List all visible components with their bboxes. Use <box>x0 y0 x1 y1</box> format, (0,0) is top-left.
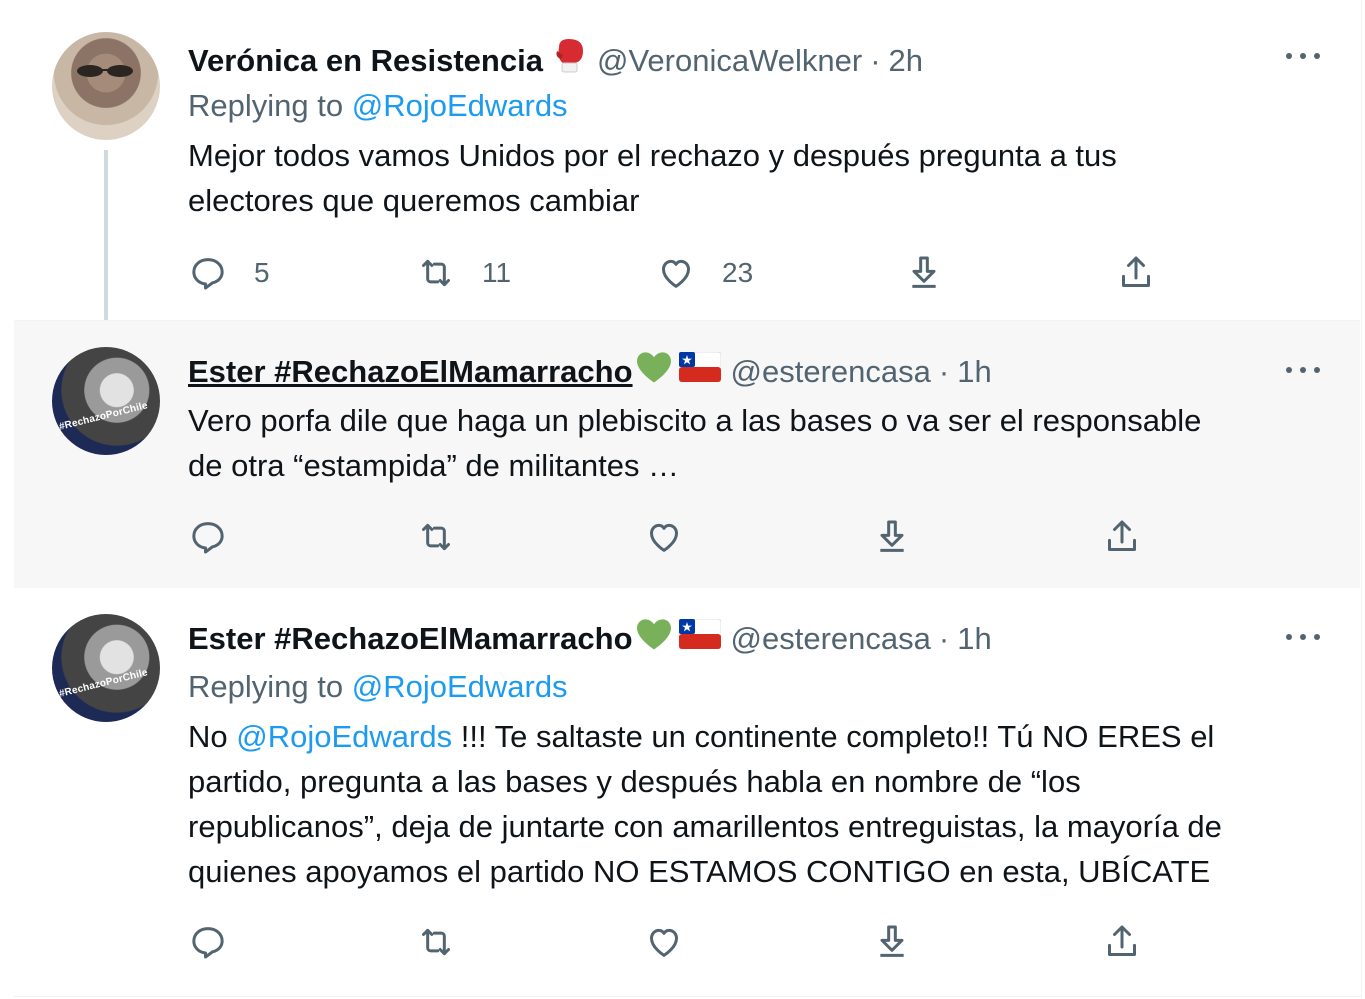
share-icon <box>1108 925 1136 956</box>
user-handle[interactable]: @VeronicaWelkner <box>597 42 862 80</box>
tweet-actions <box>188 922 1188 962</box>
like-icon <box>650 928 678 957</box>
reply-icon <box>192 927 224 959</box>
retweet-icon <box>422 259 450 287</box>
avatar-glasses-graphic <box>77 65 133 77</box>
tweet-text: No @RojoEdwards !!! Te saltaste un conti… <box>188 714 1328 894</box>
replying-prefix: Replying to <box>188 88 344 123</box>
tweet-text-line: Vero porfa dile que haga un plebiscito a… <box>188 403 1202 438</box>
tweet-actions <box>188 517 1188 557</box>
replying-prefix: Replying to <box>188 669 344 704</box>
retweet-button[interactable] <box>416 517 456 557</box>
boxing-glove-icon <box>553 37 587 84</box>
replying-to: Replying to @RojoEdwards <box>188 87 568 125</box>
retweet-button[interactable] <box>416 922 456 962</box>
separator-dot: · <box>870 42 881 78</box>
retweet-icon <box>422 928 450 956</box>
tweet-text: Vero porfa dile que haga un plebiscito a… <box>188 398 1328 488</box>
reply-button[interactable] <box>188 517 228 557</box>
timestamp[interactable]: 1h <box>957 353 991 391</box>
separator-dot: · <box>938 353 950 389</box>
tweet-text-line: electores que queremos cambiar <box>188 183 640 218</box>
tweet-ester-reply[interactable]: #RechazoPorChile Ester #RechazoElMamarra… <box>14 588 1360 996</box>
download-button[interactable] <box>872 517 912 557</box>
retweet-icon <box>422 523 450 551</box>
more-icon[interactable] <box>1286 365 1320 375</box>
tweet-veronica[interactable]: Verónica en Resistencia @VeronicaWelkner… <box>14 0 1360 320</box>
avatar-text: #RechazoPorChile <box>58 667 149 700</box>
separator-dot: · <box>938 620 950 656</box>
chile-flag-icon <box>678 618 722 658</box>
replying-to: Replying to @RojoEdwards <box>188 668 568 706</box>
tweet-text-line: partido, pregunta a las bases y después … <box>188 764 1081 799</box>
replying-mention-link[interactable]: @RojoEdwards <box>352 88 568 123</box>
download-button[interactable] <box>872 922 912 962</box>
tweet-text-line: quienes apoyamos el partido NO ESTAMOS C… <box>188 854 1211 889</box>
chile-flag-icon <box>678 351 722 391</box>
tweet-text-line: de otra “estampida” de militantes … <box>188 448 680 483</box>
reply-count: 5 <box>254 257 270 288</box>
like-button[interactable] <box>644 922 684 962</box>
replying-mention-link[interactable]: @RojoEdwards <box>352 669 568 704</box>
like-icon <box>650 523 678 552</box>
reply-button[interactable] <box>188 922 228 962</box>
more-icon[interactable] <box>1286 51 1320 61</box>
user-handle[interactable]: @esterencasa <box>731 353 931 391</box>
green-heart-icon <box>635 350 673 393</box>
download-icon <box>880 925 904 957</box>
mention-link[interactable]: @RojoEdwards <box>236 719 452 754</box>
tweet-ester-highlighted[interactable]: #RechazoPorChile Ester #RechazoElMamarra… <box>14 320 1360 589</box>
share-button[interactable] <box>1116 253 1156 293</box>
tweet-text-line: No @RojoEdwards !!! Te saltaste un conti… <box>188 714 1328 759</box>
display-name[interactable]: Ester #RechazoElMamarracho <box>188 353 633 391</box>
like-icon <box>662 259 690 288</box>
tweet-header: Ester #RechazoElMamarracho @esterencasa … <box>188 617 992 660</box>
avatar[interactable]: #RechazoPorChile <box>52 347 160 455</box>
like-count: 23 <box>722 257 754 288</box>
more-icon[interactable] <box>1286 632 1320 642</box>
tweet-text: Mejor todos vamos Unidos por el rechazo … <box>188 133 1328 223</box>
download-button[interactable] <box>904 253 944 293</box>
download-icon <box>912 256 936 288</box>
download-icon <box>880 520 904 552</box>
tweet-text-prefix: No <box>188 719 228 754</box>
share-icon <box>1122 256 1150 287</box>
timestamp[interactable]: 1h <box>957 620 991 658</box>
share-button[interactable] <box>1102 922 1142 962</box>
reply-icon <box>192 522 224 554</box>
avatar[interactable]: #RechazoPorChile <box>52 614 160 722</box>
user-handle[interactable]: @esterencasa <box>731 620 931 658</box>
avatar[interactable] <box>52 32 160 140</box>
green-heart-icon <box>635 617 673 660</box>
tweet-text-line: Mejor todos vamos Unidos por el rechazo … <box>188 138 1117 173</box>
share-button[interactable] <box>1102 517 1142 557</box>
retweet-count: 11 <box>482 257 512 288</box>
tweet-text-rest: !!! Te saltaste un continente completo!!… <box>460 719 1215 754</box>
reply-button[interactable]: 5 <box>188 253 270 293</box>
tweet-actions: 5 11 23 <box>188 253 1188 293</box>
tweet-header: Ester #RechazoElMamarracho @esterencasa … <box>188 350 992 393</box>
retweet-button[interactable]: 11 <box>416 253 511 293</box>
reply-icon <box>192 258 224 290</box>
tweet-text-line: republicanos”, deja de juntarte con amar… <box>188 809 1222 844</box>
display-name[interactable]: Verónica en Resistencia <box>188 42 543 80</box>
like-button[interactable] <box>644 517 684 557</box>
thread-connector-line <box>104 150 108 338</box>
avatar-text: #RechazoPorChile <box>58 400 149 433</box>
share-icon <box>1108 520 1136 551</box>
timestamp[interactable]: 2h <box>889 42 923 80</box>
like-button[interactable]: 23 <box>656 253 753 293</box>
display-name[interactable]: Ester #RechazoElMamarracho <box>188 620 633 658</box>
tweet-header: Verónica en Resistencia @VeronicaWelkner… <box>188 37 923 84</box>
